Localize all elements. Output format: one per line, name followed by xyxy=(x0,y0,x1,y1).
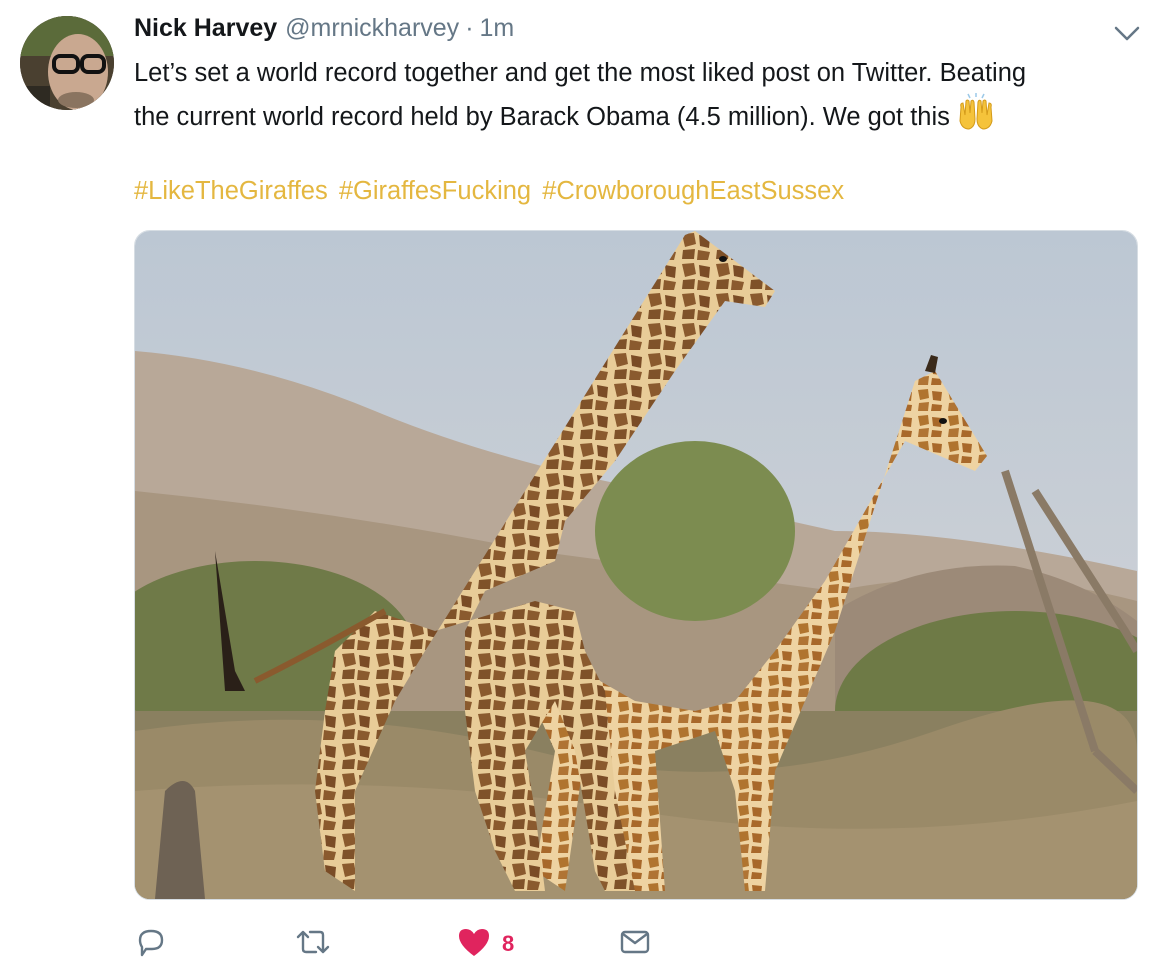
tweet-header: Nick Harvey @mrnickharvey · 1m xyxy=(134,14,514,50)
direct-message-button[interactable] xyxy=(618,922,652,966)
retweet-icon xyxy=(294,925,332,964)
tweet-text-line-1: Let’s set a world record together and ge… xyxy=(134,59,1027,87)
tweet-text-line-2: the current world record held by Barack … xyxy=(134,93,1144,143)
retweet-button[interactable] xyxy=(294,922,332,966)
raising-hands-emoji-icon xyxy=(956,93,996,143)
reply-button[interactable] xyxy=(134,922,168,966)
separator-dot: · xyxy=(465,14,474,42)
author-name[interactable]: Nick Harvey xyxy=(134,14,277,43)
avatar-image xyxy=(20,16,114,110)
author-handle[interactable]: @mrnickharvey xyxy=(285,14,459,43)
hashtag-link[interactable]: #LikeTheGiraffes xyxy=(134,177,328,205)
giraffes-photo xyxy=(135,231,1137,899)
heart-icon xyxy=(456,925,492,964)
avatar[interactable] xyxy=(20,16,114,110)
tweet-timestamp[interactable]: 1m xyxy=(480,14,515,43)
tweet-media-photo[interactable] xyxy=(134,230,1138,900)
reply-icon xyxy=(134,925,168,964)
hashtag-link[interactable]: #CrowboroughEastSussex xyxy=(542,177,844,205)
like-count: 8 xyxy=(502,931,515,956)
like-button[interactable]: 8 xyxy=(456,922,514,966)
chevron-down-icon[interactable] xyxy=(1112,22,1142,44)
tweet-actions: 8 xyxy=(134,922,734,966)
hashtag-link[interactable]: #GiraffesFucking xyxy=(339,177,531,205)
tweet-text: Let’s set a world record together and ge… xyxy=(134,54,1144,143)
hashtags: #LikeTheGiraffes #GiraffesFucking #Crowb… xyxy=(134,172,848,211)
tweet-text-line-2-content: the current world record held by Barack … xyxy=(134,103,950,131)
envelope-icon xyxy=(618,925,652,964)
